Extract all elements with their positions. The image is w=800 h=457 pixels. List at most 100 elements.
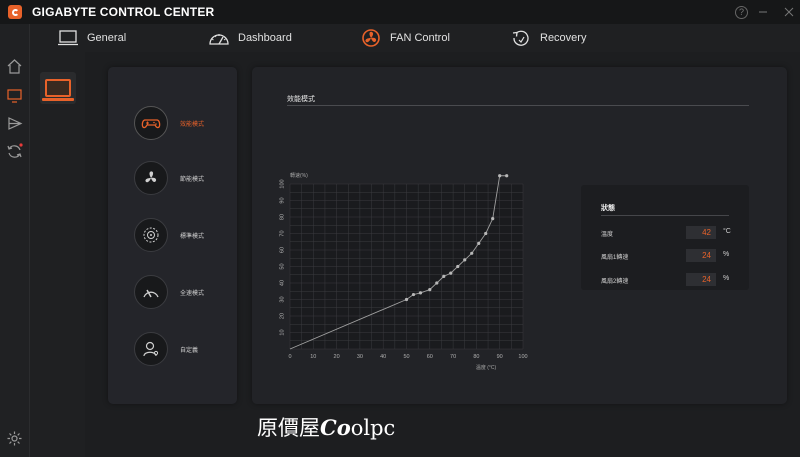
data-point[interactable] bbox=[428, 288, 432, 292]
tab-dashboard[interactable]: Dashboard bbox=[208, 24, 292, 52]
tab-label: FAN Control bbox=[390, 32, 450, 44]
tab-recovery[interactable]: Recovery bbox=[510, 24, 586, 52]
data-point[interactable] bbox=[463, 258, 467, 262]
fan-icon bbox=[360, 29, 382, 47]
section-divider bbox=[287, 105, 749, 106]
y-tick-label: 40 bbox=[279, 280, 285, 286]
y-tick-label: 90 bbox=[279, 197, 285, 203]
app-window: GIGABYTE CONTROL CENTER ? General Dashbo… bbox=[0, 0, 800, 457]
x-tick-label: 100 bbox=[518, 354, 527, 360]
restore-icon bbox=[510, 29, 532, 47]
help-icon[interactable]: ? bbox=[735, 5, 748, 19]
x-tick-label: 20 bbox=[334, 354, 340, 360]
mode-button[interactable] bbox=[134, 106, 168, 140]
status-value: 42 bbox=[686, 226, 716, 239]
tab-label: Dashboard bbox=[238, 32, 292, 44]
mode-button[interactable] bbox=[134, 218, 168, 252]
settings-gear-icon[interactable] bbox=[6, 430, 23, 447]
data-point[interactable] bbox=[484, 231, 488, 236]
x-tick-label: 80 bbox=[473, 354, 479, 360]
speedometer-icon bbox=[143, 289, 159, 298]
mode-label: 自定義 bbox=[180, 347, 199, 354]
status-value: 24 bbox=[686, 273, 716, 286]
data-point[interactable] bbox=[411, 292, 416, 297]
laptop-device-button[interactable] bbox=[40, 72, 76, 104]
mode-label: 全速模式 bbox=[180, 290, 205, 297]
laptop-icon bbox=[57, 29, 79, 47]
status-unit: % bbox=[723, 275, 730, 282]
data-point[interactable] bbox=[435, 281, 439, 285]
mode-normal[interactable]: 標準模式 bbox=[134, 217, 234, 253]
x-tick-label: 60 bbox=[427, 354, 433, 360]
data-point[interactable] bbox=[505, 174, 509, 178]
x-tick-label: 0 bbox=[288, 354, 291, 360]
top-nav: General Dashboard FAN Control Recovery bbox=[30, 24, 800, 52]
status-row-temperature: 溫度 42 °C bbox=[601, 226, 741, 240]
tab-general[interactable]: General bbox=[57, 24, 126, 52]
tab-label: General bbox=[87, 32, 127, 44]
mode-button[interactable] bbox=[134, 332, 168, 366]
monitor-icon[interactable] bbox=[6, 87, 23, 104]
watermark-brand-b: olpc bbox=[350, 416, 396, 440]
status-panel: 狀態 溫度 42 °C 風扇1轉速 24 % 風扇2轉速 24 % bbox=[581, 185, 749, 290]
balance-icon bbox=[143, 227, 159, 243]
data-point[interactable] bbox=[449, 271, 453, 275]
left-rail bbox=[0, 24, 30, 457]
home-icon[interactable] bbox=[6, 58, 23, 75]
gigabyte-logo-icon bbox=[8, 5, 22, 19]
update-icon[interactable] bbox=[6, 143, 23, 160]
status-divider bbox=[601, 215, 729, 216]
fan-icon bbox=[145, 171, 157, 183]
window-controls: ? bbox=[731, 0, 800, 24]
y-tick-label: 10 bbox=[279, 329, 285, 335]
data-point[interactable] bbox=[456, 264, 460, 269]
y-tick-label: 20 bbox=[279, 313, 285, 319]
user-icon bbox=[143, 341, 159, 357]
y-tick-label: 60 bbox=[279, 247, 285, 253]
x-tick-label: 40 bbox=[380, 354, 386, 360]
data-point[interactable] bbox=[404, 297, 409, 302]
status-label: 溫度 bbox=[601, 232, 614, 238]
status-unit: % bbox=[723, 251, 730, 258]
mode-button[interactable] bbox=[134, 275, 168, 309]
fan-curve-chart[interactable]: 0 10 20 30 40 50 60 70 80 90 100 10 20 30 40 50 60 70 80 9… bbox=[270, 167, 540, 382]
mode-performance[interactable]: 效能模式 bbox=[134, 105, 234, 141]
mode-label: 效能模式 bbox=[180, 121, 205, 128]
data-point[interactable] bbox=[491, 217, 495, 221]
gamepad-icon bbox=[141, 119, 161, 129]
watermark: 原價屋Coolpc bbox=[257, 412, 395, 442]
status-unit: °C bbox=[723, 228, 731, 235]
tab-label: Recovery bbox=[540, 32, 587, 44]
data-point[interactable] bbox=[477, 241, 481, 245]
section-title: 效能模式 bbox=[287, 96, 315, 103]
gauge-icon bbox=[208, 29, 230, 47]
fan-curve-panel: 效能模式 0 10 20 30 40 50 60 70 80 90 100 10 20 30 40 50 60… bbox=[252, 67, 787, 404]
data-point[interactable] bbox=[498, 174, 502, 178]
x-axis-label: 溫度 (°C) bbox=[476, 364, 497, 371]
data-point[interactable] bbox=[418, 291, 423, 295]
y-tick-label: 30 bbox=[279, 296, 285, 302]
mode-button[interactable] bbox=[134, 161, 168, 195]
y-tick-label: 50 bbox=[279, 263, 285, 269]
mode-full-speed[interactable]: 全速模式 bbox=[134, 274, 234, 310]
chart-grid bbox=[289, 183, 524, 350]
mode-label: 節能模式 bbox=[180, 176, 205, 183]
data-point[interactable] bbox=[442, 274, 446, 278]
close-icon[interactable] bbox=[778, 0, 800, 24]
minimize-icon[interactable] bbox=[752, 0, 774, 24]
tab-fan-control[interactable]: FAN Control bbox=[360, 24, 450, 52]
y-axis-ticks: 10 20 30 40 50 60 70 80 90 100 bbox=[279, 179, 285, 335]
device-column bbox=[30, 24, 85, 457]
y-tick-label: 70 bbox=[279, 230, 285, 236]
status-row-fan1: 風扇1轉速 24 % bbox=[601, 249, 741, 263]
status-row-fan2: 風扇2轉速 24 % bbox=[601, 273, 741, 287]
title-bar: GIGABYTE CONTROL CENTER ? bbox=[0, 0, 800, 24]
send-icon[interactable] bbox=[6, 115, 23, 132]
data-point[interactable] bbox=[470, 251, 474, 255]
mode-custom[interactable]: 自定義 bbox=[134, 331, 234, 367]
mode-silent[interactable]: 節能模式 bbox=[134, 160, 234, 196]
app-title: GIGABYTE CONTROL CENTER bbox=[32, 5, 215, 19]
x-axis-ticks: 0 10 20 30 40 50 60 70 80 90 100 bbox=[288, 354, 527, 360]
x-tick-label: 90 bbox=[497, 354, 503, 360]
fan-mode-panel: 效能模式 節能模式 標準模式 全速模式 自定義 bbox=[108, 67, 237, 404]
